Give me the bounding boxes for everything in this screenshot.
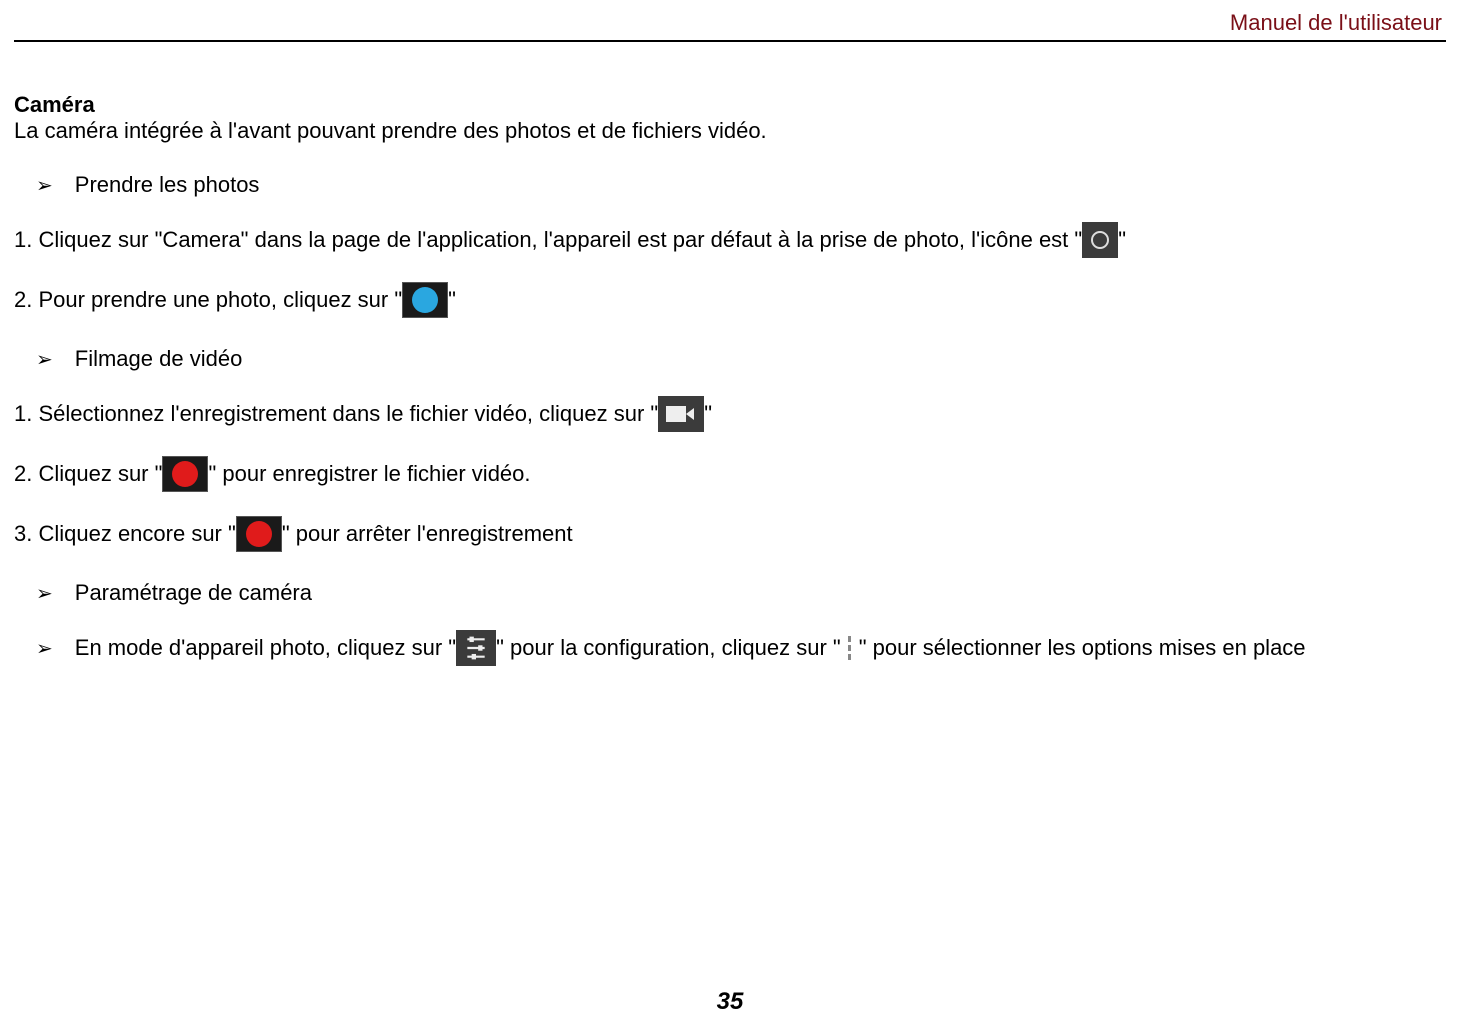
bullet-label: Prendre les photos: [75, 172, 260, 198]
chevron-right-icon: ➢: [36, 173, 53, 198]
bullet-label: Filmage de vidéo: [75, 346, 243, 372]
bullet-video-filming: ➢ Filmage de vidéo: [14, 346, 1446, 372]
shutter-blue-icon: [402, 282, 448, 318]
bullet-camera-settings: ➢ Paramétrage de caméra: [14, 580, 1446, 606]
chevron-right-icon: ➢: [36, 347, 53, 372]
step-text: 3. Cliquez encore sur ": [14, 521, 236, 547]
step-text-suffix: ": [704, 401, 712, 427]
step-text: 2. Cliquez sur ": [14, 461, 162, 487]
sliders-icon: [456, 630, 496, 666]
step-text: 1. Sélectionnez l'enregistrement dans le…: [14, 401, 658, 427]
step-text-post: " pour sélectionner les options mises en…: [859, 635, 1306, 661]
header-rule: [14, 40, 1446, 42]
photos-step-1: 1. Cliquez sur "Camera" dans la page de …: [14, 222, 1446, 258]
header-title: Manuel de l'utilisateur: [14, 10, 1446, 36]
chevron-right-icon: ➢: [36, 636, 53, 661]
record-red-icon: [162, 456, 208, 492]
page-number: 35: [0, 988, 1460, 1016]
section-intro: La caméra intégrée à l'avant pouvant pre…: [14, 118, 1446, 144]
bullet-camera-mode: ➢ En mode d'appareil photo, cliquez sur …: [14, 630, 1446, 666]
step-text-suffix: ": [448, 287, 456, 313]
step-text-mid: " pour la configuration, cliquez sur ": [496, 635, 841, 661]
photos-step-2: 2. Pour prendre une photo, cliquez sur "…: [14, 282, 1446, 318]
step-text: 2. Pour prendre une photo, cliquez sur ": [14, 287, 402, 313]
bullet-label: Paramétrage de caméra: [75, 580, 312, 606]
step-text-suffix: ": [1118, 227, 1126, 253]
bullet-take-photos: ➢ Prendre les photos: [14, 172, 1446, 198]
step-text-suffix: " pour arrêter l'enregistrement: [282, 521, 573, 547]
step-text: En mode d'appareil photo, cliquez sur ": [75, 635, 456, 661]
options-icon: [841, 634, 859, 662]
camera-icon: [1082, 222, 1118, 258]
videocam-icon: [658, 396, 704, 432]
video-step-1: 1. Sélectionnez l'enregistrement dans le…: [14, 396, 1446, 432]
video-step-2: 2. Cliquez sur " " pour enregistrer le f…: [14, 456, 1446, 492]
step-text-suffix: " pour enregistrer le fichier vidéo.: [208, 461, 530, 487]
video-step-3: 3. Cliquez encore sur " " pour arrêter l…: [14, 516, 1446, 552]
step-text: 1. Cliquez sur "Camera" dans la page de …: [14, 227, 1082, 253]
chevron-right-icon: ➢: [36, 581, 53, 606]
record-red-icon: [236, 516, 282, 552]
section-title: Caméra: [14, 92, 1446, 118]
